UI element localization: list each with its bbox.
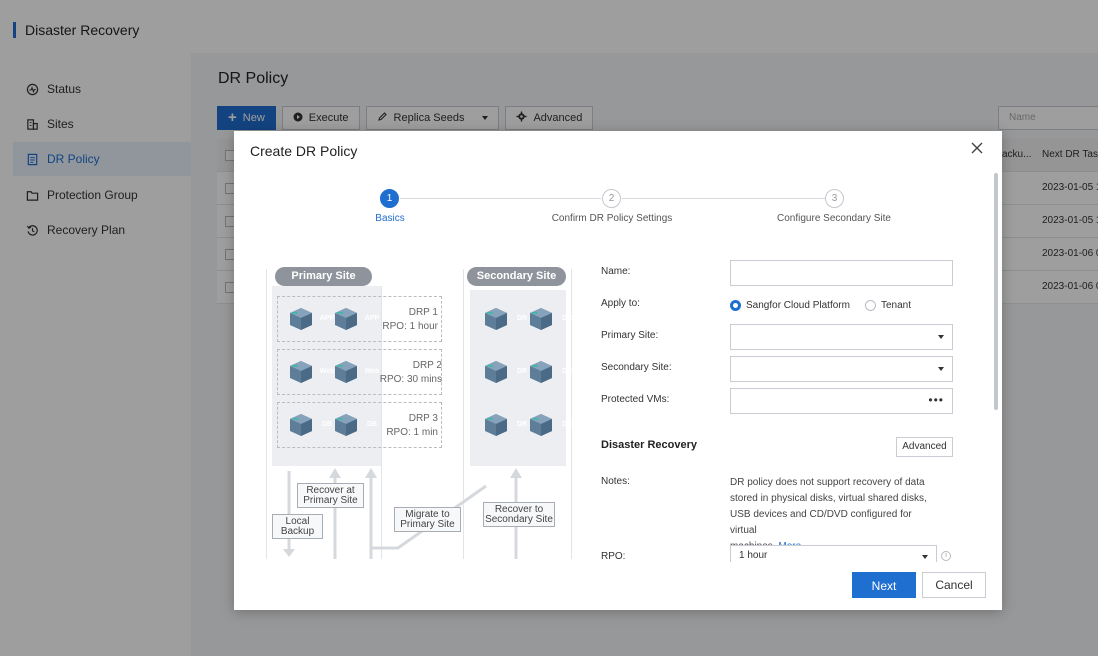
dr-diagram: Primary Site Secondary Site DRP 1 RPO: 1 … xyxy=(258,265,580,559)
more-icon: ••• xyxy=(928,393,944,407)
step-3-indicator: 3 xyxy=(825,189,844,208)
info-icon[interactable]: i xyxy=(941,551,951,561)
dialog-footer: Next Cancel xyxy=(234,562,1002,610)
notes-label: Notes: xyxy=(601,476,630,487)
protected-vms-picker[interactable]: ••• xyxy=(730,388,953,414)
secondary-site-label: Secondary Site: xyxy=(601,362,672,373)
local-backup-label: Local Backup xyxy=(272,514,323,539)
protected-vms-label: Protected VMs: xyxy=(601,394,670,405)
radio-sangfor-cloud-platform[interactable]: Sangfor Cloud Platform xyxy=(730,300,850,311)
apply-to-label: Apply to: xyxy=(601,298,640,309)
caret-down-icon xyxy=(938,367,944,371)
create-dr-policy-dialog: Create DR Policy 1 2 3 Basics Confirm DR… xyxy=(234,131,1002,610)
migrate-to-primary-label: Migrate to Primary Site xyxy=(394,507,461,532)
step-connector xyxy=(400,198,601,199)
recover-to-secondary-label: Recover to Secondary Site xyxy=(483,502,555,527)
step-1-indicator: 1 xyxy=(380,189,399,208)
rpo-label: RPO: xyxy=(601,551,626,562)
name-label: Name: xyxy=(601,266,631,277)
step-3-label: Configure Secondary Site xyxy=(777,213,891,224)
radio-selected-icon xyxy=(730,300,741,311)
step-2-label: Confirm DR Policy Settings xyxy=(551,213,673,224)
dialog-title: Create DR Policy xyxy=(250,143,358,159)
notes-text: DR policy does not support recovery of d… xyxy=(730,475,940,555)
cancel-button[interactable]: Cancel xyxy=(922,572,986,598)
primary-site-label: Primary Site: xyxy=(601,330,659,341)
step-connector xyxy=(622,198,825,199)
scrollbar[interactable] xyxy=(994,173,998,410)
next-button[interactable]: Next xyxy=(852,572,916,598)
recover-at-primary-label: Recover at Primary Site xyxy=(297,483,364,508)
name-input[interactable] xyxy=(730,260,953,286)
step-2-indicator: 2 xyxy=(602,189,621,208)
secondary-site-select[interactable] xyxy=(730,356,953,382)
step-1-label: Basics xyxy=(375,213,405,224)
radio-unselected-icon xyxy=(865,300,876,311)
disaster-recovery-section-title: Disaster Recovery xyxy=(601,439,698,451)
close-icon[interactable] xyxy=(970,141,984,155)
primary-site-select[interactable] xyxy=(730,324,953,350)
radio-tenant[interactable]: Tenant xyxy=(865,300,911,311)
caret-down-icon xyxy=(922,555,928,559)
caret-down-icon xyxy=(938,335,944,339)
advanced-settings-button[interactable]: Advanced xyxy=(896,437,953,457)
